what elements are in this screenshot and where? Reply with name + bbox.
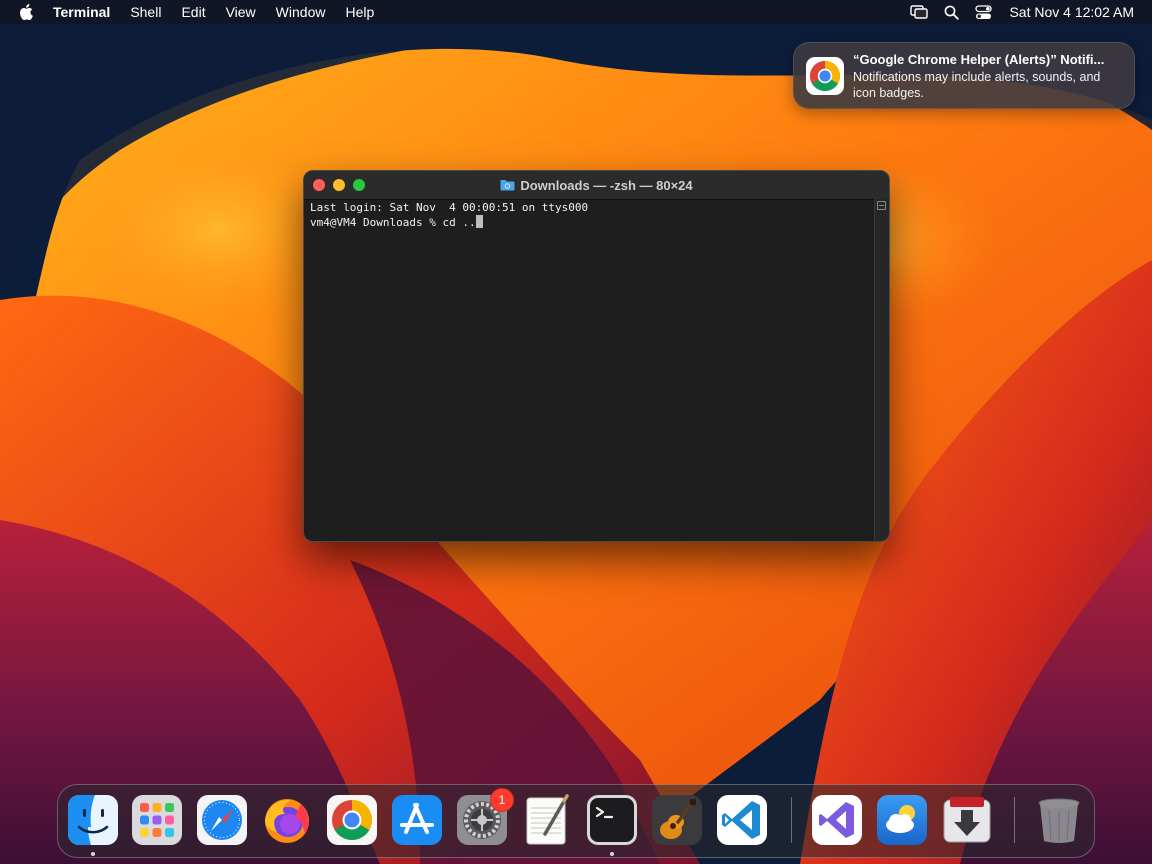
terminal-icon <box>587 795 637 845</box>
chrome-icon <box>806 57 844 95</box>
menu-app-terminal[interactable]: Terminal <box>53 0 110 24</box>
dock-item-chrome[interactable] <box>326 794 378 846</box>
chrome-icon <box>327 795 377 845</box>
terminal-title-bar[interactable]: Downloads — -zsh — 80×24 <box>304 171 889 200</box>
terminal-text-area[interactable]: Last login: Sat Nov 4 00:00:51 on ttys00… <box>310 201 872 537</box>
dock-item-app-store[interactable] <box>391 794 443 846</box>
weather-icon <box>877 795 927 845</box>
dock-item-terminal[interactable] <box>586 794 638 846</box>
textedit-icon <box>526 794 569 845</box>
menu-bar-clock[interactable]: Sat Nov 4 12:02 AM <box>1009 4 1134 20</box>
terminal-window-title: Downloads — -zsh — 80×24 <box>304 171 889 199</box>
visual-studio-icon <box>812 795 862 845</box>
dock-item-launchpad[interactable] <box>131 794 183 846</box>
dock-separator <box>1014 797 1015 843</box>
running-indicator-terminal <box>610 852 614 856</box>
finder-icon <box>68 795 118 845</box>
firefox-icon <box>265 799 309 843</box>
dock-item-safari[interactable] <box>196 794 248 846</box>
app-store-icon <box>392 795 442 845</box>
folder-icon <box>500 180 515 191</box>
running-indicator-finder <box>91 852 95 856</box>
dock-item-visual-studio[interactable] <box>811 794 863 846</box>
terminal-cursor <box>475 215 483 228</box>
terminal-line-prompt: vm4@VM4 Downloads % cd .. <box>310 215 872 230</box>
notification-badge: 1 <box>490 788 514 812</box>
terminal-line-last-login: Last login: Sat Nov 4 00:00:51 on ttys00… <box>310 201 589 214</box>
launchpad-icon <box>132 795 182 845</box>
vscode-icon <box>717 795 767 845</box>
dock-item-weather[interactable] <box>876 794 928 846</box>
notification-body: Notifications may include alerts, sounds… <box>853 70 1101 100</box>
dock-item-vscode[interactable] <box>716 794 768 846</box>
chrome-notification-banner[interactable]: “Google Chrome Helper (Alerts)” Notifi..… <box>793 42 1135 109</box>
dock-item-garageband[interactable] <box>651 794 703 846</box>
dock-separator <box>791 797 792 843</box>
download-app-icon <box>943 797 991 843</box>
menu-window[interactable]: Window <box>276 0 326 24</box>
dock-item-finder[interactable] <box>67 794 119 846</box>
menu-shell[interactable]: Shell <box>130 0 161 24</box>
scroll-split-button[interactable] <box>877 201 886 210</box>
screen-mirroring-icon[interactable] <box>909 2 929 22</box>
menu-edit[interactable]: Edit <box>181 0 205 24</box>
terminal-prompt-text: vm4@VM4 Downloads % cd .. <box>310 216 476 229</box>
menu-bar: Terminal Shell Edit View Window Help Sat… <box>0 0 1152 24</box>
menu-view[interactable]: View <box>226 0 256 24</box>
apple-logo-icon[interactable] <box>16 2 36 22</box>
dock-item-firefox[interactable] <box>261 794 313 846</box>
garageband-icon <box>652 795 702 845</box>
trash-icon <box>1038 798 1080 843</box>
dock: 1 <box>57 784 1095 858</box>
spotlight-search-icon[interactable] <box>941 2 961 22</box>
terminal-scrollbar[interactable] <box>874 199 889 541</box>
notification-title: “Google Chrome Helper (Alerts)” Notifi..… <box>853 52 1105 67</box>
dock-item-system-settings[interactable]: 1 <box>456 788 514 846</box>
terminal-window[interactable]: Downloads — -zsh — 80×24 Last login: Sat… <box>303 170 890 542</box>
dock-item-download-app[interactable] <box>941 794 993 846</box>
safari-icon <box>197 795 247 845</box>
menu-help[interactable]: Help <box>345 0 374 24</box>
terminal-title-text: Downloads — -zsh — 80×24 <box>520 177 693 193</box>
dock-item-trash[interactable] <box>1033 794 1085 846</box>
dock-item-textedit[interactable] <box>521 794 573 846</box>
control-center-icon[interactable] <box>973 2 993 22</box>
